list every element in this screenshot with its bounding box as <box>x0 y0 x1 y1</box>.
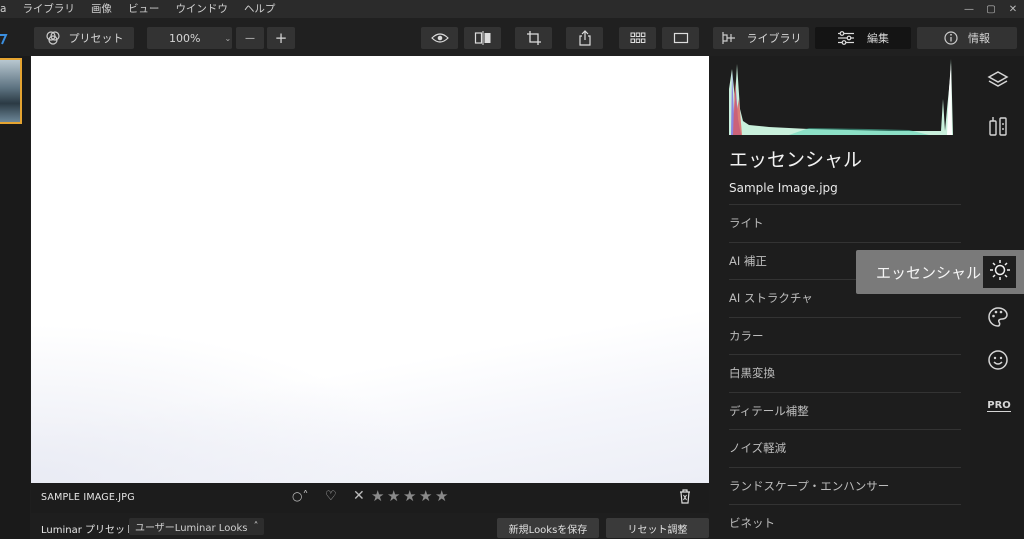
looks-dropdown-value: ユーザーLuminar Looks <box>135 523 248 534</box>
grid-icon <box>630 32 646 44</box>
canvas-tools-icon[interactable] <box>986 114 1010 138</box>
tab-library-label: ライブラリ <box>746 32 802 45</box>
edit-panel: エッセンシャル Sample Image.jpg ライト AI 補正 AI スト… <box>709 56 970 539</box>
sun-icon <box>989 259 1011 285</box>
presets-label: プリセット <box>68 32 124 45</box>
section-vignette[interactable]: ビネット <box>729 504 961 539</box>
essentials-tooltip: エッセンシャル <box>856 250 1024 294</box>
image-canvas[interactable] <box>31 56 709 483</box>
toolbar: プリセット 100% ⌄ — + ライブラリ 編集 情報 <box>0 18 1024 56</box>
section-color[interactable]: カラー <box>729 316 961 355</box>
zoom-in-button[interactable]: + <box>267 27 295 49</box>
single-view-icon <box>673 32 689 44</box>
save-looks-button[interactable]: 新規Looksを保存 <box>497 518 599 538</box>
tab-info[interactable]: 情報 <box>917 27 1017 49</box>
presets-button[interactable]: プリセット <box>34 27 134 49</box>
chevron-up-icon: ˄ <box>253 521 259 532</box>
flag-dropdown[interactable]: ○˄ <box>292 489 308 503</box>
info-icon <box>944 31 958 45</box>
layers-icon[interactable] <box>986 68 1010 92</box>
trash-icon[interactable] <box>679 488 691 508</box>
section-light[interactable]: ライト <box>729 204 961 242</box>
star-icon[interactable]: ★ <box>403 487 419 505</box>
panel-filename: Sample Image.jpg <box>729 181 838 195</box>
star-icon[interactable]: ★ <box>387 487 403 505</box>
window-controls: — ▢ ✕ <box>958 0 1024 18</box>
essentials-tab-button[interactable] <box>983 256 1016 288</box>
section-details-enhancer[interactable]: ディテール補整 <box>729 391 961 430</box>
menu-item-image[interactable]: 画像 <box>83 0 120 18</box>
sliders-icon <box>837 31 855 45</box>
tab-library[interactable]: ライブラリ <box>713 27 809 49</box>
close-button[interactable]: ✕ <box>1002 0 1024 18</box>
zoom-select[interactable]: 100% ⌄ <box>147 27 232 49</box>
menu-item-help[interactable]: ヘルプ <box>236 0 284 18</box>
chevron-down-icon: ⌄ <box>224 33 232 43</box>
section-denoise[interactable]: ノイズ軽減 <box>729 429 961 467</box>
image-content <box>31 323 431 483</box>
crop-icon <box>526 30 542 46</box>
zoom-value: 100% <box>169 31 201 45</box>
section-landscape-enhancer[interactable]: ランドスケープ・エンハンサー <box>729 466 961 505</box>
panel-title: エッセンシャル <box>729 149 863 171</box>
menu-item-window[interactable]: ウインドウ <box>167 0 236 18</box>
filmstrip <box>0 56 30 539</box>
pro-label: PRO <box>987 400 1011 412</box>
tab-edit-label: 編集 <box>867 32 889 45</box>
crop-button[interactable] <box>515 27 552 49</box>
share-button[interactable] <box>566 27 603 49</box>
star-icon[interactable]: ★ <box>371 487 387 505</box>
menu-item-library[interactable]: ライブラリ <box>14 0 83 18</box>
image-thumbnail[interactable] <box>0 58 22 124</box>
tooltip-label: エッセンシャル <box>876 264 982 282</box>
presets-bar-label: Luminar プリセット <box>41 525 136 536</box>
palette-icon[interactable] <box>986 305 1010 329</box>
reset-adjustments-button[interactable]: リセット調整 <box>606 518 709 538</box>
preview-button[interactable] <box>421 27 458 49</box>
tab-edit[interactable]: 編集 <box>815 27 911 49</box>
section-bw-conversion[interactable]: 白黒変換 <box>729 354 961 392</box>
heart-icon[interactable]: ♡ <box>325 489 337 504</box>
menubar: a ライブラリ 画像 ビュー ウインドウ ヘルプ — ▢ ✕ <box>0 0 1024 18</box>
star-icon[interactable]: ★ <box>419 487 435 505</box>
zoom-out-button[interactable]: — <box>236 27 264 49</box>
single-view-button[interactable] <box>662 27 699 49</box>
presets-bar: Luminar プリセット ユーザーLuminar Looks ˄ 新規Look… <box>31 513 709 539</box>
pro-tools-button[interactable]: PRO <box>986 394 1012 418</box>
star-icon[interactable]: ★ <box>435 487 451 505</box>
looks-dropdown[interactable]: ユーザーLuminar Looks ˄ <box>129 518 265 535</box>
share-icon <box>578 30 592 46</box>
tool-category-rail: PRO <box>970 56 1024 539</box>
library-icon <box>721 31 737 45</box>
star-rating[interactable]: ★ ★ ★ ★ ★ <box>371 487 451 505</box>
minimize-button[interactable]: — <box>958 0 980 18</box>
histogram <box>729 59 953 135</box>
menu-item-first[interactable]: a <box>0 0 14 18</box>
eye-icon <box>430 32 449 44</box>
menu-item-view[interactable]: ビュー <box>120 0 168 18</box>
portrait-face-icon[interactable] <box>986 348 1010 372</box>
reject-icon[interactable]: ✕ <box>353 488 365 504</box>
compare-icon <box>474 31 492 45</box>
image-filename: SAMPLE IMAGE.JPG <box>41 492 135 503</box>
luminar-window: a ライブラリ 画像 ビュー ウインドウ ヘルプ — ▢ ✕ プリセット 100… <box>0 0 1024 539</box>
maximize-button[interactable]: ▢ <box>980 0 1002 18</box>
presets-icon <box>45 30 61 46</box>
logo-icon <box>0 30 8 49</box>
compare-button[interactable] <box>464 27 501 49</box>
image-info-bar: SAMPLE IMAGE.JPG ○˄ ♡ ✕ ★ ★ ★ ★ ★ <box>31 483 709 513</box>
grid-view-button[interactable] <box>619 27 656 49</box>
tab-info-label: 情報 <box>968 32 990 45</box>
